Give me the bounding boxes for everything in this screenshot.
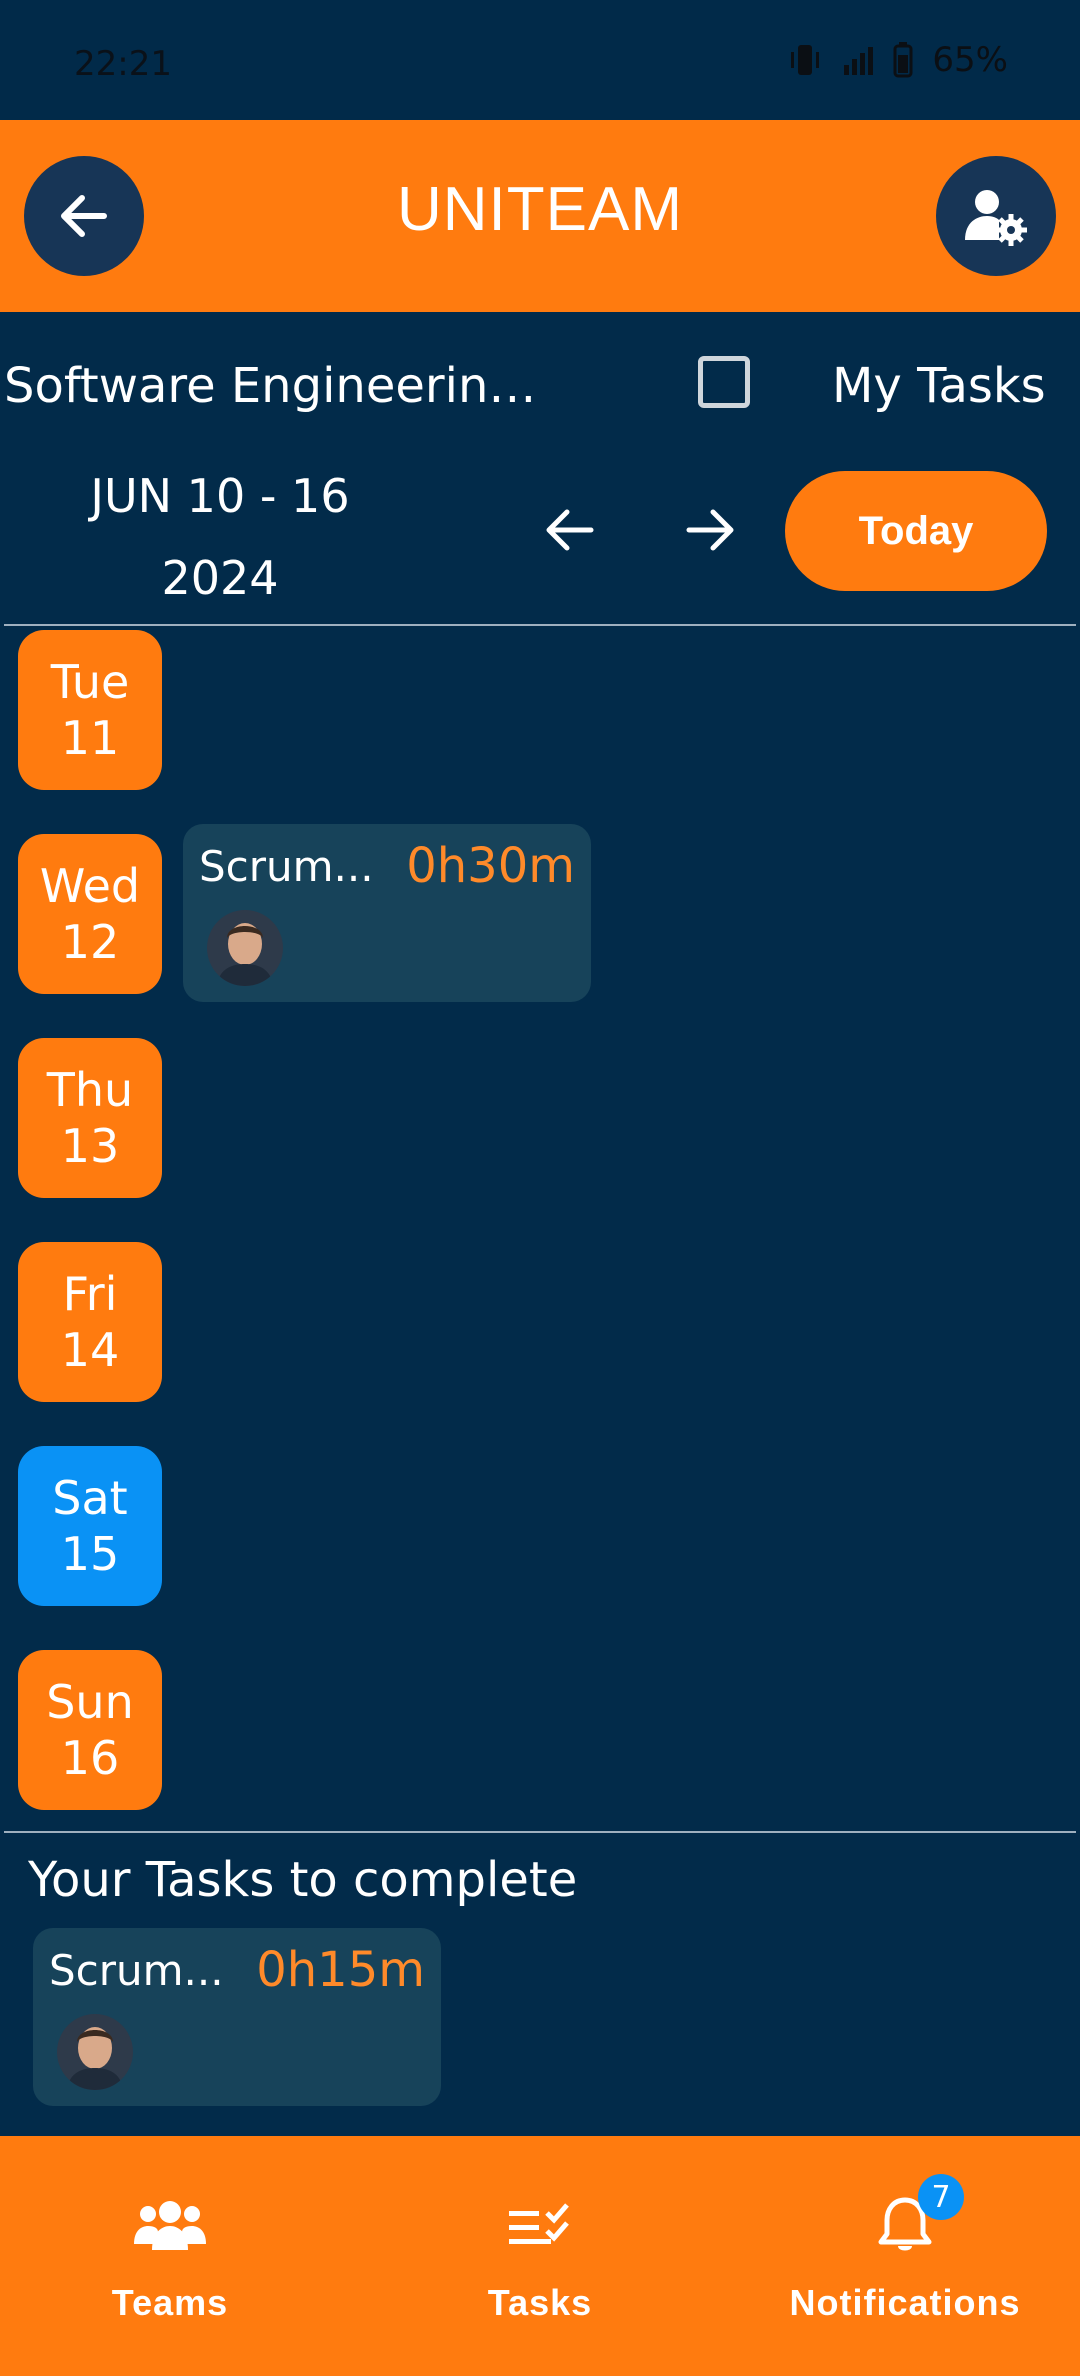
teams-icon [134, 2190, 206, 2262]
day-number: 12 [60, 915, 120, 969]
arrow-left-icon [546, 509, 594, 551]
tab-tasks[interactable]: Tasks [460, 2136, 620, 2376]
battery-percent: 65% [932, 40, 1008, 80]
day-number: 13 [60, 1119, 120, 1173]
avatar [207, 910, 283, 986]
day-weekday: Fri [62, 1267, 118, 1321]
status-time: 22:21 [74, 44, 172, 84]
task-duration: 0h30m [406, 838, 575, 894]
team-filter-row: Software Engineerin… My Tasks [0, 340, 1080, 430]
day-number: 16 [60, 1731, 120, 1785]
scheduled-task-card[interactable]: Scrum... 0h30m [183, 824, 591, 1002]
bottom-navigation: Teams Tasks 7 Notifications [0, 2136, 1080, 2376]
day-badge-sat-today[interactable]: Sat 15 [18, 1446, 162, 1606]
task-title: Scrum... [199, 842, 374, 891]
week-range-dates: JUN 10 - 16 [90, 469, 350, 523]
divider [4, 624, 1076, 626]
user-settings-button[interactable] [936, 156, 1056, 276]
pending-task-card[interactable]: Scrum... 0h15m [33, 1928, 441, 2106]
my-tasks-checkbox[interactable] [698, 356, 750, 408]
task-duration: 0h15m [256, 1942, 425, 1998]
team-name-selector[interactable]: Software Engineerin… [4, 358, 536, 414]
day-badge-wed[interactable]: Wed 12 [18, 834, 162, 994]
app-title: UNITEAM [397, 175, 683, 244]
tab-label: Notifications [789, 2282, 1021, 2323]
notification-count-badge: 7 [918, 2174, 964, 2220]
task-list-check-icon [507, 2190, 573, 2262]
user-gear-icon [965, 190, 1027, 246]
day-badge-fri[interactable]: Fri 14 [18, 1242, 162, 1402]
day-weekday: Thu [46, 1063, 134, 1117]
signal-4g-icon [844, 47, 874, 75]
day-number: 11 [60, 711, 120, 765]
tab-notifications[interactable]: 7 Notifications [790, 2136, 1020, 2376]
day-weekday: Sat [52, 1471, 128, 1525]
previous-week-button[interactable] [534, 500, 604, 560]
day-number: 15 [60, 1527, 120, 1581]
week-range-year: 2024 [161, 551, 279, 605]
tab-label: Teams [111, 2282, 229, 2323]
tab-label: Tasks [487, 2282, 593, 2323]
my-tasks-label[interactable]: My Tasks [832, 358, 1046, 414]
tasks-to-complete-heading: Your Tasks to complete [28, 1852, 578, 1908]
avatar [57, 2014, 133, 2090]
battery-icon [893, 42, 913, 78]
day-badge-tue[interactable]: Tue 11 [18, 630, 162, 790]
week-range: JUN 10 - 16 2024 [40, 455, 400, 619]
status-icons: 65% [788, 40, 1008, 80]
day-weekday: Sun [46, 1675, 134, 1729]
tab-teams[interactable]: Teams [90, 2136, 250, 2376]
day-number: 14 [60, 1323, 120, 1377]
status-bar: 22:21 65% [0, 0, 1080, 120]
day-badge-sun[interactable]: Sun 16 [18, 1650, 162, 1810]
bell-icon: 7 [878, 2174, 964, 2262]
divider [4, 1831, 1076, 1833]
task-title: Scrum... [49, 1946, 224, 1995]
app-bar: UNITEAM [0, 120, 1080, 312]
day-weekday: Tue [50, 655, 130, 709]
day-weekday: Wed [39, 859, 141, 913]
next-week-button[interactable] [676, 500, 746, 560]
today-button[interactable]: Today [785, 471, 1047, 591]
day-badge-thu[interactable]: Thu 13 [18, 1038, 162, 1198]
arrow-right-icon [686, 509, 734, 551]
vibrate-icon [791, 45, 820, 75]
